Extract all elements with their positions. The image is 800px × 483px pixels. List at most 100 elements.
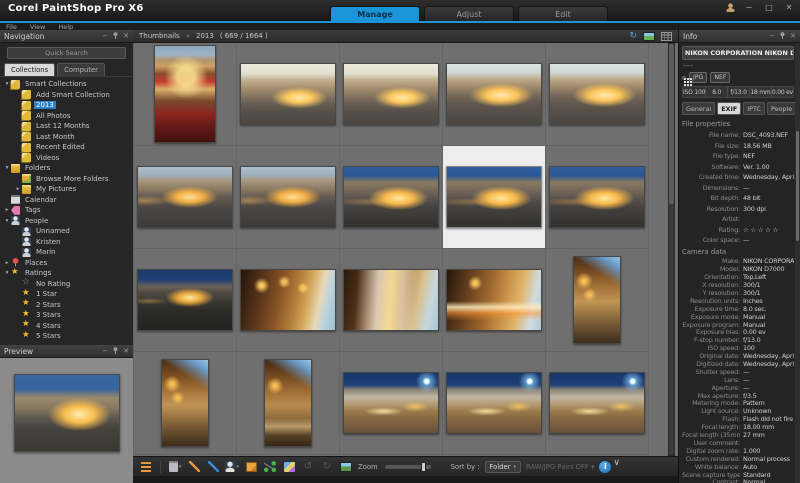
info-tab-iptc[interactable]: IPTC (743, 102, 765, 115)
zoom-slider-thumb[interactable] (421, 462, 426, 472)
tree-item-ratings[interactable]: ▾Ratings (0, 268, 133, 279)
thumbnail-cell[interactable] (546, 43, 649, 146)
photo-thumbnail-trails2[interactable] (446, 269, 542, 331)
restore-icon[interactable]: □ (763, 3, 775, 12)
thumbnail-cell[interactable] (237, 146, 340, 249)
grid-scrollbar[interactable] (668, 43, 675, 456)
format-chip-nef[interactable]: NEF (710, 72, 730, 83)
photo-thumbnail-pale[interactable] (343, 63, 439, 125)
tree-item-last-month[interactable]: Last Month (0, 132, 133, 143)
sort-by-dropdown[interactable]: Folder▾ (485, 461, 522, 473)
grid-scrollbar-thumb[interactable] (669, 44, 674, 204)
photo-thumbnail-dusk[interactable] (137, 166, 233, 228)
collapse-icon[interactable]: − (102, 348, 108, 355)
delete-photo-icon[interactable] (339, 460, 353, 473)
people-tag-icon[interactable]: ▾ (225, 460, 239, 473)
close-icon[interactable]: ✕ (123, 33, 129, 40)
quick-search-input[interactable]: Quick Search (7, 47, 126, 59)
tree-item-places[interactable]: ▸Places (0, 258, 133, 269)
tree-item-my-pictures[interactable]: ▸My Pictures (0, 184, 133, 195)
grid-view-icon[interactable] (661, 32, 672, 41)
tab-manage[interactable]: Manage (330, 6, 420, 21)
photo-thumbnail-dark[interactable] (137, 269, 233, 331)
clipboard-icon[interactable]: ▾ (168, 460, 182, 473)
expander-icon[interactable]: ▾ (3, 218, 11, 224)
thumbnail-cell[interactable] (237, 249, 340, 352)
close-icon[interactable]: ✕ (123, 348, 129, 355)
thumbnail-cell[interactable] (134, 249, 237, 352)
photo-thumbnail-arch2[interactable] (264, 359, 312, 447)
tree-item-marin[interactable]: Marin (0, 247, 133, 258)
expander-icon[interactable]: ▾ (3, 270, 11, 276)
tree-item-5-stars[interactable]: 5 Stars (0, 331, 133, 342)
thumbnail-cell-selected[interactable] (443, 146, 546, 249)
share-icon[interactable] (263, 460, 277, 473)
photo-thumbnail-pale[interactable] (240, 63, 336, 125)
close-icon[interactable]: ✕ (783, 3, 795, 12)
user-account-icon[interactable] (726, 3, 735, 12)
pin-icon[interactable] (113, 347, 118, 355)
tree-item-last-12-months[interactable]: Last 12 Months (0, 121, 133, 132)
expander-icon[interactable]: ▸ (3, 260, 11, 266)
expander-icon[interactable]: ▸ (14, 186, 22, 192)
tree-item-3-stars[interactable]: 3 Stars (0, 310, 133, 321)
preview-pane-icon[interactable] (643, 32, 655, 41)
tree-item-people[interactable]: ▾People (0, 216, 133, 227)
tree-item-unnamed[interactable]: Unnamed (0, 226, 133, 237)
thumbnail-cell[interactable] (546, 249, 649, 352)
tree-item-no-rating[interactable]: No Rating (0, 279, 133, 290)
tree-item-kristen[interactable]: Kristen (0, 237, 133, 248)
tree-item-tags[interactable]: ▸Tags (0, 205, 133, 216)
format-chip-jpg[interactable]: JPG (689, 72, 707, 83)
breadcrumb-collection[interactable]: 2013 (196, 32, 214, 40)
expander-icon[interactable]: ▾ (3, 81, 11, 87)
thumbnail-cell[interactable] (134, 43, 237, 146)
expander-icon[interactable]: ▸ (3, 207, 11, 213)
thumbnail-cell[interactable] (443, 249, 546, 352)
pin-icon[interactable] (780, 32, 785, 40)
nav-tab-collections[interactable]: Collections (4, 63, 55, 76)
thumbnail-grid-chip-icon[interactable] (682, 76, 686, 80)
pin-icon[interactable] (113, 32, 118, 40)
tree-item-add-smart-collection[interactable]: Add Smart Collection (0, 90, 133, 101)
thumbnail-cell[interactable] (134, 146, 237, 249)
collapse-tray-icon[interactable]: ∨ (613, 458, 620, 468)
thumbnail-cell[interactable] (546, 352, 649, 455)
minimize-icon[interactable]: − (743, 3, 755, 12)
photo-thumbnail-night[interactable] (446, 166, 542, 228)
tree-item-videos[interactable]: Videos (0, 153, 133, 164)
photo-thumbnail-dusk[interactable] (240, 166, 336, 228)
photo-thumbnail-trails[interactable] (343, 269, 439, 331)
thumbnail-cell[interactable] (237, 352, 340, 455)
thumbnail-cell[interactable] (443, 352, 546, 455)
info-tab-general[interactable]: General (682, 102, 715, 115)
thumbnail-cell[interactable] (443, 43, 546, 146)
tree-item-calendar[interactable]: Calendar (0, 195, 133, 206)
photo-thumbnail-monument[interactable] (446, 372, 542, 434)
zoom-slider[interactable] (385, 465, 431, 469)
tree-item-2-stars[interactable]: 2 Stars (0, 300, 133, 311)
tree-item-browse-more-folders[interactable]: Browse More Folders (0, 174, 133, 185)
brush-orange-icon[interactable] (187, 460, 201, 473)
tree-item-recent-edited[interactable]: Recent Edited (0, 142, 133, 153)
photo-thumbnail-night[interactable] (343, 166, 439, 228)
tree-item-1-star[interactable]: 1 Star (0, 289, 133, 300)
photo-thumbnail-arch[interactable] (573, 256, 621, 344)
thumbnail-cell[interactable] (237, 43, 340, 146)
photo-thumbnail-night[interactable] (549, 166, 645, 228)
photo-thumbnail-monument[interactable] (343, 372, 439, 434)
tab-edit[interactable]: Edit (518, 6, 608, 21)
brush-blue-icon[interactable] (206, 460, 220, 473)
thumbnail-cell[interactable] (546, 146, 649, 249)
info-scrollbar[interactable] (795, 43, 800, 483)
photo-thumbnail-arch[interactable] (161, 359, 209, 447)
tree-item-all-photos[interactable]: All Photos (0, 111, 133, 122)
place-tag-icon[interactable] (244, 460, 258, 473)
info-tab-people[interactable]: People (767, 102, 796, 115)
tab-adjust[interactable]: Adjust (424, 6, 514, 21)
thumbnail-cell[interactable] (134, 352, 237, 455)
close-icon[interactable]: ✕ (790, 33, 796, 40)
photo-thumbnail-monument[interactable] (549, 372, 645, 434)
thumbnail-cell[interactable] (340, 352, 443, 455)
rotate-left-icon[interactable]: ↺ (301, 460, 315, 473)
